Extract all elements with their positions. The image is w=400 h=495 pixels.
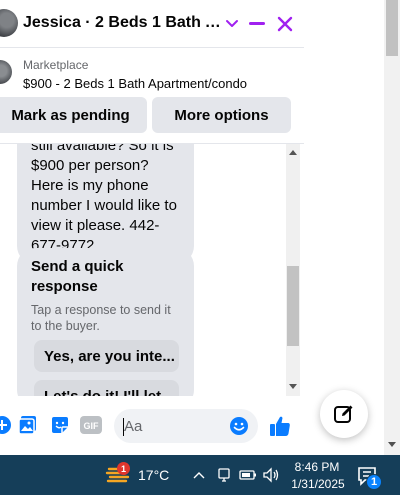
chevron-up-icon[interactable] bbox=[190, 466, 208, 484]
new-message-button[interactable] bbox=[320, 390, 368, 438]
page-scrollbar-thumb[interactable] bbox=[386, 0, 398, 56]
screen: Jessica · 2 Beds 1 Bath Apa... Marketpla… bbox=[0, 0, 400, 495]
chat-window: Jessica · 2 Beds 1 Bath Apa... Marketpla… bbox=[0, 0, 304, 455]
scroll-down-arrow-icon[interactable] bbox=[289, 384, 297, 389]
quick-response-option[interactable]: Let's do it! I'll let... bbox=[34, 380, 179, 396]
scroll-up-arrow-icon[interactable] bbox=[289, 150, 297, 155]
quick-response-option[interactable]: Yes, are you inte... bbox=[34, 340, 179, 372]
listing-actions: Mark as pending More options bbox=[0, 97, 304, 135]
quick-response-card: Send a quick response Tap a response to … bbox=[17, 248, 194, 396]
avatar[interactable] bbox=[0, 9, 18, 37]
plus-icon[interactable] bbox=[0, 414, 13, 436]
volume-icon[interactable] bbox=[262, 466, 280, 484]
sticker-icon[interactable] bbox=[49, 414, 71, 436]
page-scrollbar[interactable] bbox=[384, 0, 400, 455]
weather-alert-badge: 1 bbox=[117, 462, 130, 475]
scrollbar-thumb[interactable] bbox=[287, 266, 299, 346]
message-scrollbar[interactable] bbox=[286, 144, 300, 396]
message-composer: GIF bbox=[0, 402, 304, 450]
network-icon[interactable] bbox=[215, 466, 233, 484]
emoji-icon[interactable] bbox=[229, 416, 249, 436]
chevron-down-icon[interactable] bbox=[218, 10, 246, 38]
mark-as-pending-button[interactable]: Mark as pending bbox=[0, 97, 147, 133]
photo-icon[interactable] bbox=[17, 414, 39, 436]
listing-summary[interactable]: Marketplace $900 - 2 Beds 1 Bath Apartme… bbox=[0, 48, 304, 96]
quick-response-title: Send a quick response bbox=[31, 258, 124, 295]
message-list: still available? So it is $900 per perso… bbox=[0, 144, 286, 396]
svg-text:GIF: GIF bbox=[84, 421, 100, 431]
clock-time[interactable]: 8:46 PM bbox=[290, 460, 344, 474]
thumbs-up-icon[interactable] bbox=[268, 414, 292, 438]
clock-date[interactable]: 1/31/2025 bbox=[287, 477, 349, 491]
temperature-label[interactable]: 17°C bbox=[138, 467, 169, 483]
quick-response-subtitle: Tap a response to send it to the buyer. bbox=[31, 303, 171, 333]
compose-icon bbox=[334, 405, 353, 423]
text-caret bbox=[123, 418, 124, 436]
close-icon[interactable] bbox=[271, 10, 299, 38]
gif-icon[interactable]: GIF bbox=[80, 414, 102, 436]
more-options-button[interactable]: More options bbox=[152, 97, 291, 133]
minimize-icon[interactable] bbox=[243, 10, 271, 38]
taskbar: 17°C 8:46 PM 1/31/2025 bbox=[0, 455, 400, 495]
page-scroll-down-arrow-icon[interactable] bbox=[388, 442, 396, 447]
message-bubble: still available? So it is $900 per perso… bbox=[17, 144, 194, 264]
listing-source: Marketplace bbox=[23, 58, 89, 72]
chat-header: Jessica · 2 Beds 1 Bath Apa... bbox=[0, 0, 304, 48]
notification-count-badge: 1 bbox=[366, 474, 382, 490]
listing-thumbnail bbox=[0, 60, 12, 84]
chat-title[interactable]: Jessica · 2 Beds 1 Bath Apa... bbox=[23, 14, 221, 32]
listing-name: $900 - 2 Beds 1 Bath Apartment/condo bbox=[23, 76, 248, 91]
battery-icon[interactable] bbox=[239, 466, 257, 484]
